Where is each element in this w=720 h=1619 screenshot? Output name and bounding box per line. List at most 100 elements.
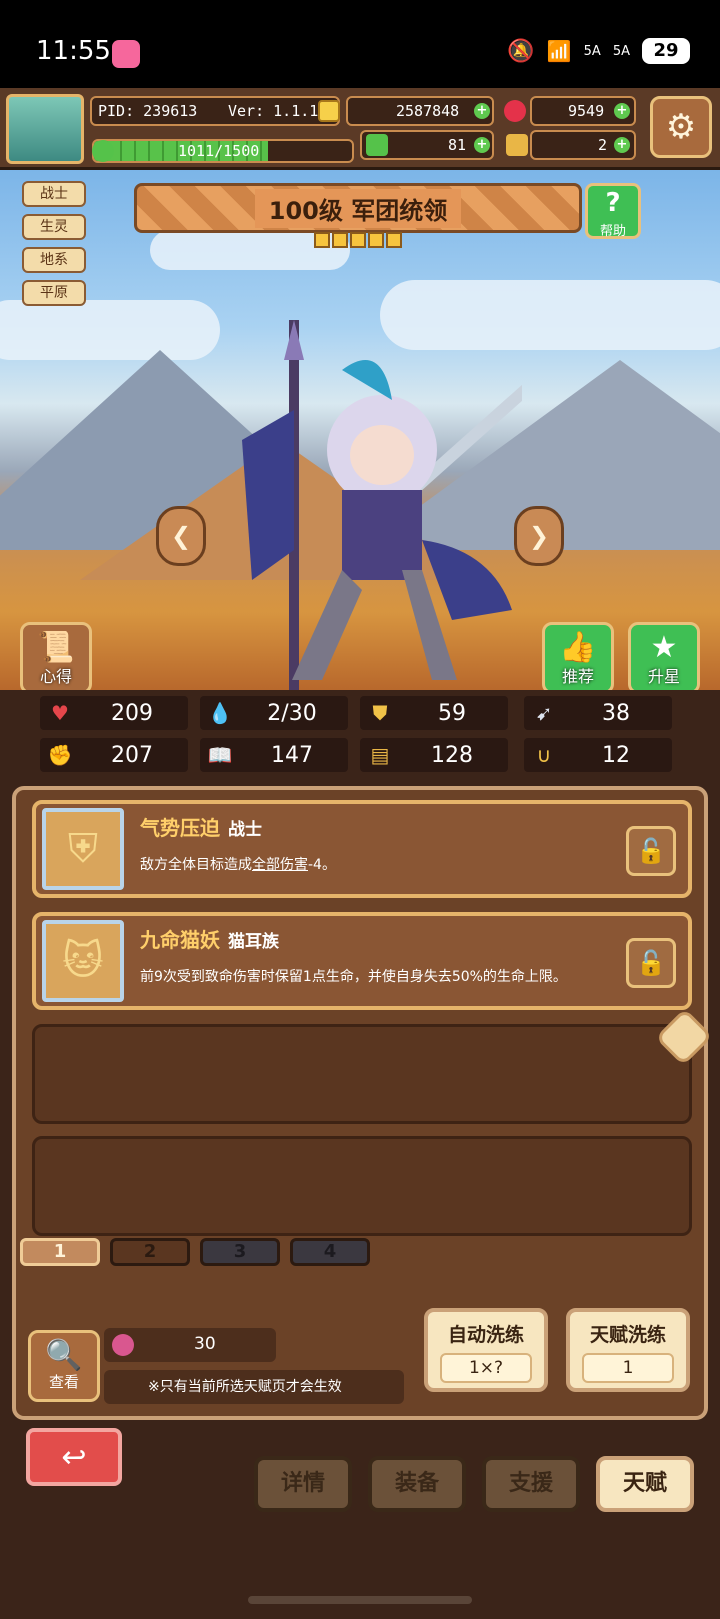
signal-label-2: 5A <box>612 43 630 59</box>
tab-details[interactable]: 详情 <box>254 1456 352 1512</box>
tag-warrior[interactable]: 战士 <box>22 181 86 207</box>
fruit-count: 30 <box>194 1334 216 1354</box>
stat-speed: ➹ 38 <box>524 696 672 730</box>
cat-emblem-icon: 🐱 <box>42 920 124 1002</box>
talent-desc-link[interactable]: 全部伤害 <box>252 857 308 873</box>
talent-desc-post: -4。 <box>308 857 336 873</box>
horseshoe-icon: ∪ <box>536 743 552 767</box>
stat-value: 59 <box>438 700 466 726</box>
talent-wash-button[interactable]: 天赋洗练 1 <box>566 1308 690 1392</box>
heart-icon: ♥ <box>51 701 69 725</box>
page-tab-3[interactable]: 3 <box>200 1238 280 1266</box>
talent-description: 敌方全体目标造成全部伤害-4。 <box>140 854 336 874</box>
star-icon <box>368 232 384 248</box>
book-icon: 📖 <box>207 743 233 767</box>
view-label: 查看 <box>48 1373 79 1391</box>
prev-hero-button[interactable]: ❮ <box>156 506 206 566</box>
insight-button[interactable]: 📜 心得 <box>20 622 92 694</box>
page-tab-2[interactable]: 2 <box>110 1238 190 1266</box>
wifi-icon: 📶 <box>546 39 572 63</box>
left-arrow-icon: ❮ <box>170 522 192 550</box>
lock-button[interactable]: 🔓 <box>626 938 676 988</box>
talent-wash-cost: 1 <box>582 1353 674 1383</box>
talent-slot-1[interactable]: ⛨ 气势压迫 战士 敌方全体目标造成全部伤害-4。 🔓 <box>32 800 692 898</box>
talent-wash-label: 天赋洗练 <box>589 1324 666 1346</box>
help-label: 帮助 <box>599 224 626 239</box>
add-key-button[interactable]: + <box>614 137 630 153</box>
stat-value: 38 <box>602 700 630 726</box>
tab-support[interactable]: 支援 <box>482 1456 580 1512</box>
bilibili-app-icon <box>112 40 140 68</box>
stat-magic: 📖 147 <box>200 738 348 772</box>
talent-desc-pre: 敌方全体目标造成 <box>140 857 252 873</box>
stat-armor: ▤ 128 <box>360 738 508 772</box>
talent-slot-4[interactable] <box>32 1136 692 1236</box>
fruit-icon <box>112 1334 134 1356</box>
player-avatar[interactable] <box>6 94 84 164</box>
help-button[interactable]: ? 帮助 <box>585 183 641 239</box>
stat-attack: ✊ 207 <box>40 738 188 772</box>
talent-name-text: 气势压迫 <box>140 816 220 840</box>
return-arrow-icon: ↩ <box>61 1439 87 1475</box>
unlock-icon: 🔓 <box>636 949 666 977</box>
star-rating <box>314 232 402 248</box>
star-icon <box>332 232 348 248</box>
talent-type: 猫耳族 <box>228 932 279 952</box>
stat-value: 147 <box>271 742 313 768</box>
battery-icon: 29 <box>642 38 690 64</box>
page-tab-1[interactable]: 1 <box>20 1238 100 1266</box>
gold-coin-icon <box>318 100 340 122</box>
talent-slot-2[interactable]: 🐱 九命猫妖 猫耳族 前9次受到致命伤害时保留1点生命，并使自身失去50%的生命上… <box>32 912 692 1010</box>
add-gem-button[interactable]: + <box>614 103 630 119</box>
fist-icon: ✊ <box>47 743 73 767</box>
auto-wash-button[interactable]: 自动洗练 1×? <box>424 1308 548 1392</box>
next-hero-button[interactable]: ❯ <box>514 506 564 566</box>
add-gold-button[interactable]: + <box>474 103 490 119</box>
shield-icon: ⛊ <box>372 701 388 725</box>
gold-amount: 2587848 <box>396 102 460 120</box>
clock: 11:55 <box>36 36 111 66</box>
red-gem-icon <box>504 100 526 122</box>
stat-defense: ⛊ 59 <box>360 696 508 730</box>
home-indicator[interactable] <box>248 1596 472 1604</box>
talent-slot-3[interactable] <box>32 1024 692 1124</box>
tab-talent[interactable]: 天赋 <box>596 1456 694 1512</box>
lock-button[interactable]: 🔓 <box>626 826 676 876</box>
status-bar: 11:55 🔕 📶 5A 5A 29 <box>0 0 720 88</box>
star-icon <box>386 232 402 248</box>
hero-sprite <box>242 320 522 690</box>
stat-value: 128 <box>431 742 473 768</box>
key-icon <box>506 134 528 156</box>
gear-icon: ⚙ <box>665 107 697 147</box>
tag-earth[interactable]: 地系 <box>22 247 86 273</box>
settings-button[interactable]: ⚙ <box>650 96 712 158</box>
upstar-label: 升星 <box>647 667 680 686</box>
page-tab-4[interactable]: 4 <box>290 1238 370 1266</box>
add-clover-button[interactable]: + <box>474 137 490 153</box>
system-icons: 🔕 📶 5A 5A 29 <box>507 38 690 64</box>
stat-value: 2/30 <box>267 700 317 726</box>
tab-equip[interactable]: 装备 <box>368 1456 466 1512</box>
clover-icon <box>366 134 388 156</box>
talent-page-tabs: 1 2 3 4 <box>20 1238 370 1266</box>
back-button[interactable]: ↩ <box>26 1428 122 1486</box>
clover-amount: 81 <box>448 136 467 154</box>
stat-mana: 💧 2/30 <box>200 696 348 730</box>
recommend-button[interactable]: 👍 推荐 <box>542 622 614 694</box>
talent-name: 气势压迫 战士 <box>140 812 262 841</box>
upstar-button[interactable]: ★ 升星 <box>628 622 700 694</box>
unlock-icon: 🔓 <box>636 837 666 865</box>
auto-wash-cost: 1×? <box>440 1353 532 1383</box>
exp-text: 1011/1500 <box>178 142 260 160</box>
gem-amount: 9549 <box>568 102 605 120</box>
insight-label: 心得 <box>39 667 72 686</box>
tag-plains[interactable]: 平原 <box>22 280 86 306</box>
auto-wash-label: 自动洗练 <box>447 1324 524 1346</box>
talent-note: ※只有当前所选天赋页才会生效 <box>104 1370 404 1404</box>
tag-creature[interactable]: 生灵 <box>22 214 86 240</box>
view-button[interactable]: 🔍 查看 <box>28 1330 100 1402</box>
star-icon <box>314 232 330 248</box>
talent-description: 前9次受到致命伤害时保留1点生命，并使自身失去50%的生命上限。 <box>140 969 567 985</box>
hero-title: 100级 军团统领 <box>254 188 462 228</box>
stat-hp: ♥ 209 <box>40 696 188 730</box>
